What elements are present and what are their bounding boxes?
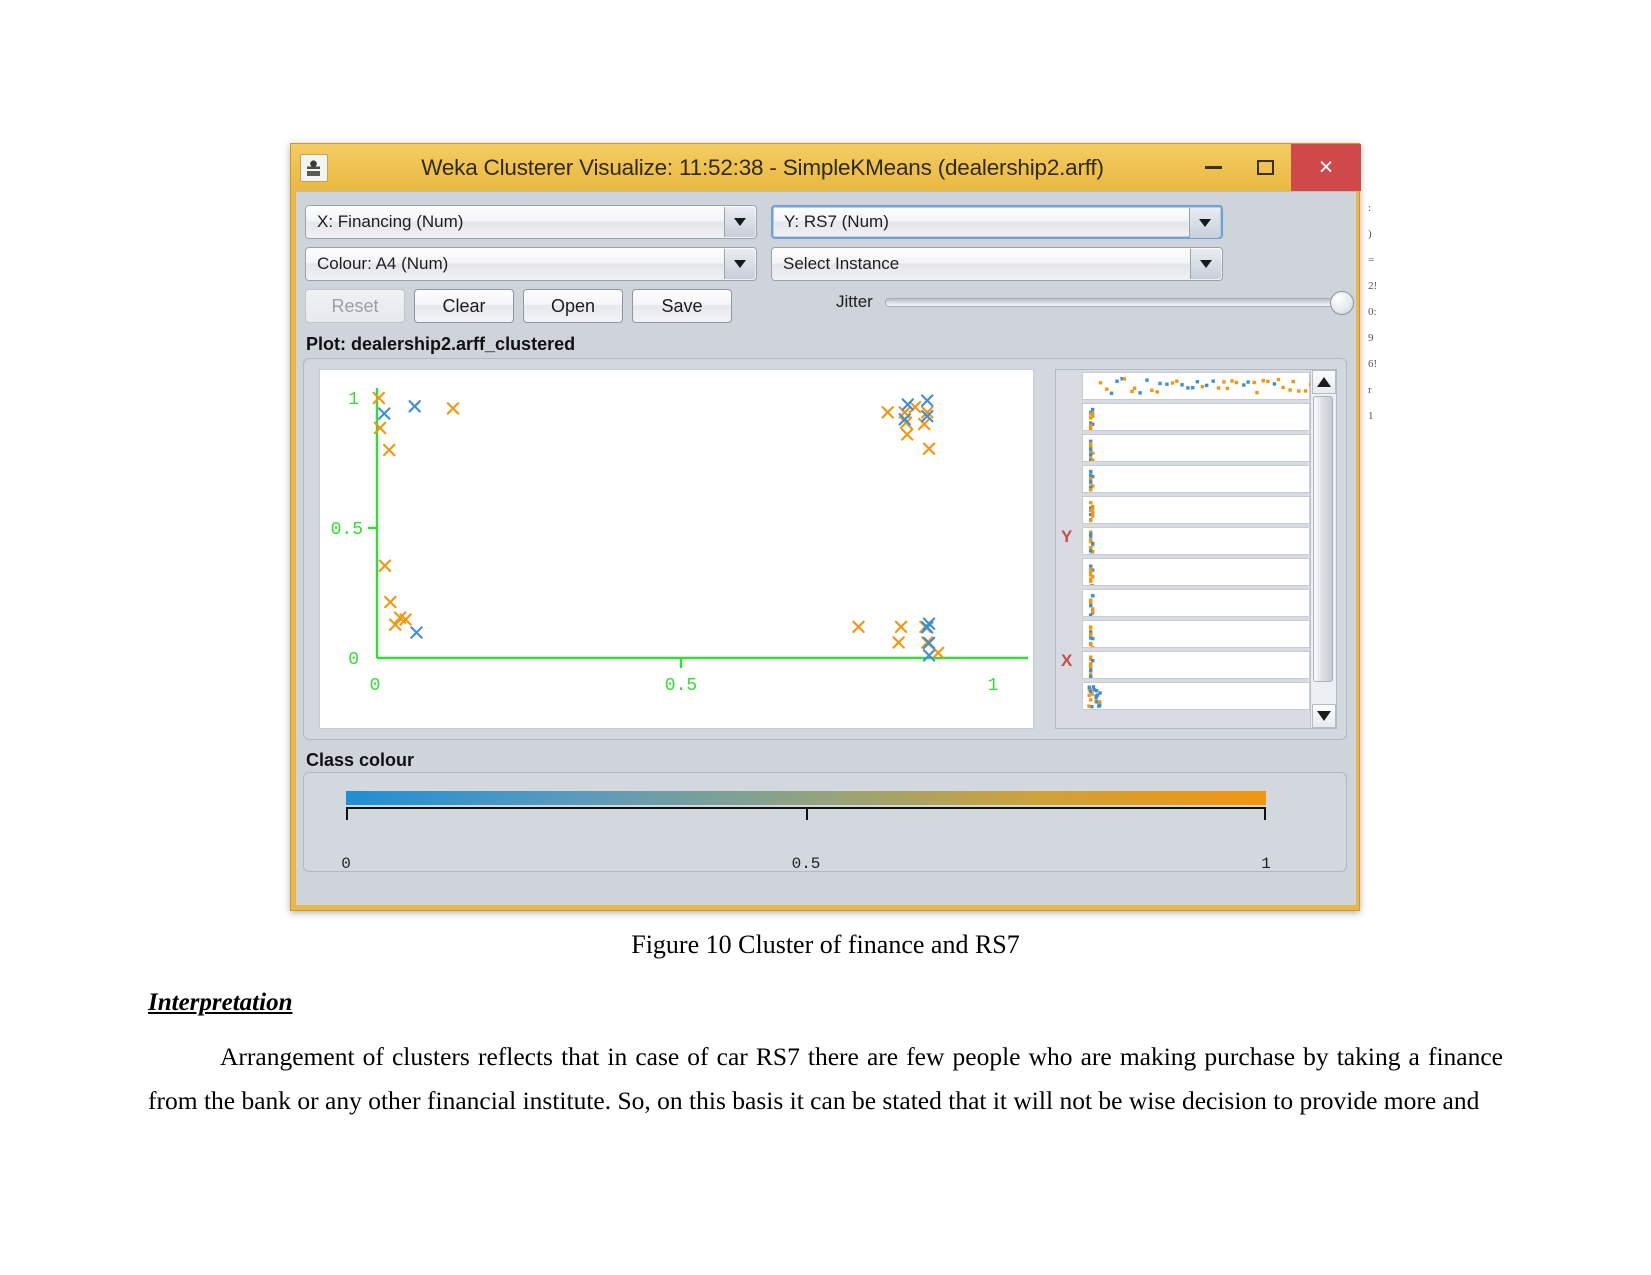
- chevron-down-icon[interactable]: [724, 207, 755, 237]
- close-button[interactable]: ×: [1291, 144, 1361, 191]
- body-paragraph: Arrangement of clusters reflects that in…: [148, 1042, 1503, 1115]
- plot-panel: 1 0.5 0 0 0.5 1 YX: [303, 358, 1347, 740]
- colour-selector-row: Colour: A4 (Num) Select Instance: [305, 247, 1223, 281]
- attribute-strip-dots: [1098, 377, 1311, 395]
- class-colour-axis: 0 0.5 1: [341, 807, 1271, 873]
- colour-combo[interactable]: Colour: A4 (Num): [305, 247, 757, 281]
- x-axis-combo[interactable]: X: Financing (Num): [305, 205, 757, 239]
- plot-title: Plot: dealership2.arff_clustered: [306, 334, 576, 354]
- y-axis-combo-label: Y: RS7 (Num): [784, 212, 889, 231]
- attribute-strip-dots: [1089, 530, 1095, 554]
- attribute-strip-dots: [1089, 469, 1095, 492]
- attribute-strip-row[interactable]: [1082, 434, 1311, 462]
- background-text-fragment: 9: [1368, 332, 1374, 344]
- svg-text:0.5: 0.5: [331, 520, 363, 540]
- background-text-fragment: :: [1368, 202, 1372, 214]
- attribute-panel-scrollbar[interactable]: [1310, 370, 1336, 728]
- reset-button[interactable]: Reset: [305, 289, 405, 323]
- attribute-strip-row[interactable]: Y: [1061, 496, 1311, 546]
- colour-combo-label: Colour: A4 (Num): [317, 254, 449, 273]
- svg-text:0: 0: [348, 650, 359, 670]
- svg-text:1: 1: [988, 676, 999, 696]
- interpretation-heading: Interpretation: [148, 989, 293, 1016]
- weka-clusterer-visualize-window: Weka Clusterer Visualize: 11:52:38 - Sim…: [290, 143, 1361, 911]
- attribute-strip-dots: [1089, 625, 1095, 647]
- class-colour-panel: 0 0.5 1: [303, 772, 1347, 873]
- svg-text:1: 1: [348, 390, 359, 410]
- y-axis-tag: Y: [1061, 527, 1073, 546]
- background-text-fragment: 6!: [1368, 358, 1378, 370]
- class-colour-label: Class colour: [306, 750, 415, 770]
- clear-button[interactable]: Clear: [414, 289, 514, 323]
- figure-caption: Figure 10 Cluster of finance and RS7: [631, 930, 1020, 959]
- svg-text:0.5: 0.5: [665, 676, 697, 696]
- class-colour-tick: [346, 809, 348, 820]
- attribute-strip-dots: [1089, 439, 1095, 461]
- scrollbar-track[interactable]: [1311, 394, 1336, 704]
- maximize-icon: [1256, 160, 1274, 175]
- attribute-strip-row[interactable]: [1082, 682, 1311, 710]
- attribute-strip-row[interactable]: [1082, 403, 1311, 431]
- jitter-slider-group: Jitter: [836, 290, 1354, 315]
- svg-text:0: 0: [370, 676, 381, 696]
- class-colour-tick-label: 0: [341, 855, 351, 873]
- jitter-label: Jitter: [836, 292, 873, 311]
- class-colour-tick: [806, 809, 808, 820]
- attribute-strip-row[interactable]: [1082, 589, 1311, 617]
- attribute-strip-row[interactable]: [1082, 527, 1311, 555]
- window-client-area: X: Financing (Num) Y: RS7 (Num) Colour: …: [296, 191, 1356, 905]
- scatter-plot-svg: 1 0.5 00 0.5 1: [331, 388, 1028, 696]
- jitter-slider[interactable]: [884, 290, 1354, 315]
- background-text-fragment: 0:: [1368, 306, 1377, 318]
- chevron-down-icon[interactable]: [1189, 208, 1220, 238]
- background-text-fragment: 2!: [1368, 280, 1378, 292]
- class-colour-gradient: [346, 791, 1266, 805]
- attribute-strip-dots: [1087, 685, 1102, 709]
- class-colour-tick-label: 0.5: [791, 855, 821, 873]
- attribute-strip-row[interactable]: [1082, 651, 1311, 679]
- window-title: Weka Clusterer Visualize: 11:52:38 - Sim…: [421, 154, 1104, 180]
- x-axis-tag: X: [1061, 651, 1073, 670]
- attribute-strip-row[interactable]: [1082, 372, 1311, 400]
- chevron-down-icon[interactable]: [724, 249, 755, 279]
- background-text-fragment: r: [1368, 384, 1372, 396]
- open-button[interactable]: Open: [523, 289, 623, 323]
- background-text-fragment: =: [1368, 254, 1375, 266]
- save-button[interactable]: Save: [632, 289, 732, 323]
- attribute-strip-dots: [1089, 564, 1095, 585]
- action-button-row: Reset Clear Open Save: [305, 289, 732, 323]
- window-titlebar: Weka Clusterer Visualize: 11:52:38 - Sim…: [291, 144, 1361, 191]
- attribute-strip-dots: [1089, 501, 1095, 523]
- select-instance-combo[interactable]: Select Instance: [771, 247, 1223, 281]
- scatter-plot-canvas[interactable]: 1 0.5 0 0 0.5 1: [319, 369, 1034, 729]
- minimize-icon: [1204, 166, 1222, 169]
- class-colour-tick-label: 1: [1261, 855, 1271, 873]
- background-text-fragment: 1: [1368, 410, 1374, 422]
- chevron-down-icon[interactable]: [1190, 249, 1221, 279]
- scrollbar-thumb[interactable]: [1312, 396, 1333, 682]
- attribute-strip-row[interactable]: X: [1061, 620, 1311, 670]
- axis-selector-row: X: Financing (Num) Y: RS7 (Num): [305, 205, 1223, 239]
- x-axis-combo-label: X: Financing (Num): [317, 212, 464, 231]
- background-text-fragment: ): [1368, 228, 1372, 240]
- attribute-strip-dots: [1089, 594, 1095, 616]
- attribute-strip-dots: [1089, 655, 1095, 678]
- attribute-strip-row[interactable]: [1082, 465, 1311, 493]
- attribute-strip-dots: [1089, 407, 1095, 430]
- select-instance-combo-label: Select Instance: [783, 254, 900, 273]
- attribute-strip-list[interactable]: YX: [1056, 370, 1311, 728]
- scroll-down-arrow-icon[interactable]: [1311, 704, 1336, 728]
- class-colour-tick: [1264, 809, 1266, 820]
- attribute-strip-panel: YX: [1055, 369, 1337, 729]
- maximize-button[interactable]: [1239, 144, 1291, 191]
- minimize-button[interactable]: [1187, 144, 1239, 191]
- background-document-text: :) = 2! 0: 9 6! r 1: [1368, 195, 1408, 805]
- attribute-strip-row[interactable]: [1082, 558, 1311, 586]
- java-coffee-cup-icon: [300, 153, 328, 182]
- scroll-up-arrow-icon[interactable]: [1311, 370, 1336, 394]
- y-axis-combo[interactable]: Y: RS7 (Num): [771, 205, 1223, 239]
- jitter-slider-knob[interactable]: [1330, 290, 1354, 315]
